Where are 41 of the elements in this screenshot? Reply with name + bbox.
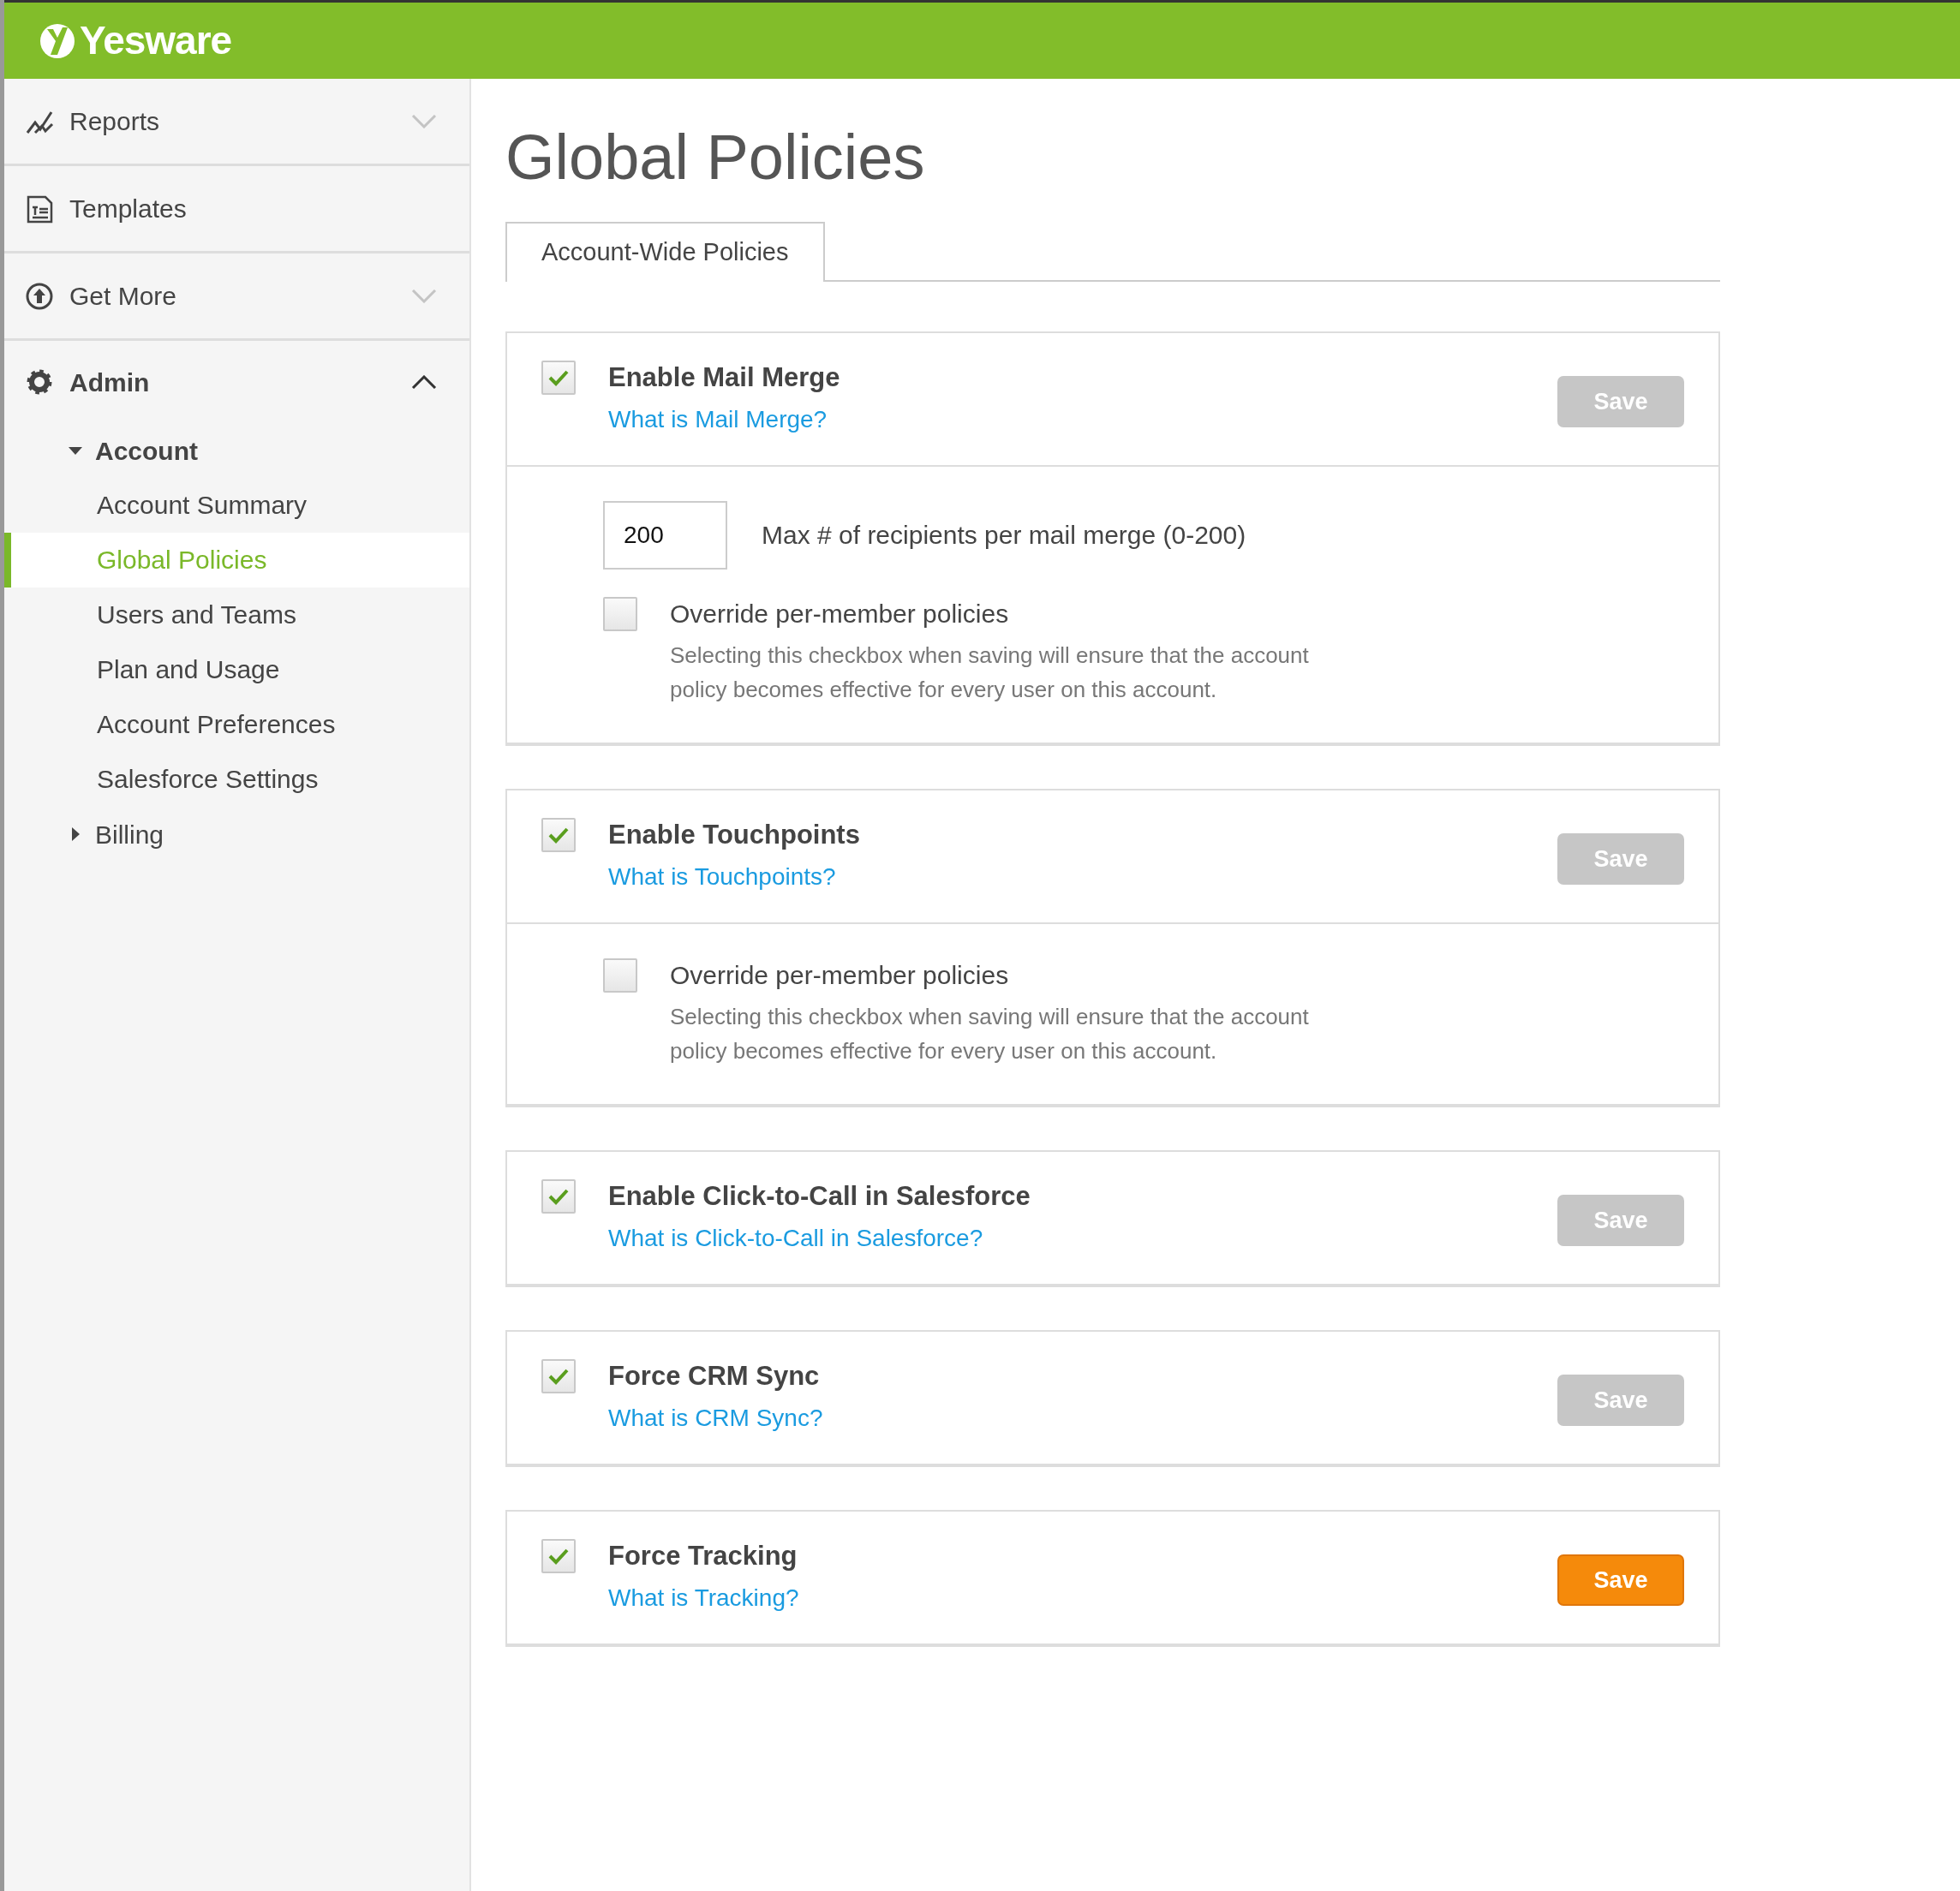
brand-name: Yesware: [80, 17, 232, 64]
number-field[interactable]: 200: [603, 500, 727, 570]
option-label: Override per-member policies: [670, 598, 1010, 629]
policy-title: Enable Mail Merge: [608, 361, 841, 394]
policy-title: Force CRM Sync: [608, 1359, 821, 1393]
checkbox[interactable]: [541, 1358, 576, 1393]
checkmark-icon: [548, 826, 569, 844]
sidebar-item[interactable]: Get More: [4, 254, 469, 341]
sidebar-link[interactable]: Account Preferences: [4, 697, 469, 752]
sidebar-group[interactable]: Billing: [95, 814, 164, 854]
settings-icon: [25, 367, 54, 397]
sidebar-group[interactable]: Account: [95, 431, 198, 470]
sidebar-link[interactable]: Account Summary: [4, 478, 469, 533]
sidebar-link[interactable]: Plan and Usage: [4, 642, 469, 697]
option-label: Override per-member policies: [670, 959, 1010, 991]
sidebar-link[interactable]: Users and Teams: [4, 588, 469, 642]
checkbox[interactable]: [603, 596, 637, 631]
checkbox[interactable]: [541, 360, 576, 395]
checkmark-icon: [548, 1367, 569, 1385]
field-label: Max # of recipients per mail merge (0-200): [762, 520, 1246, 552]
option-description: Selecting this checkbox when saving will ensure that the account policy becomes effective for every user on this account.: [670, 1002, 1310, 1065]
checkmark-icon: [548, 1547, 569, 1565]
option-description: Selecting this checkbox when saving will ensure that the account policy becomes effective for every user on this account.: [670, 641, 1310, 704]
page-title: Global Policies: [505, 121, 926, 194]
sidebar-item[interactable]: Admin: [4, 341, 469, 423]
sidebar-link[interactable]: Salesforce Settings: [4, 752, 469, 807]
sidebar-item[interactable]: Templates: [4, 166, 469, 254]
tab[interactable]: Account-Wide Policies: [505, 221, 825, 282]
checkmark-icon: [548, 1187, 569, 1205]
checkbox[interactable]: [541, 817, 576, 852]
policy-title: Enable Touchpoints: [608, 818, 861, 851]
policy-title: Force Tracking: [608, 1539, 798, 1572]
checkbox[interactable]: [603, 957, 637, 993]
checkbox[interactable]: [541, 1538, 576, 1573]
logo-icon: [39, 21, 76, 60]
chevron-icon[interactable]: [411, 375, 437, 389]
policy-title: Enable Click-to-Call in Salesforce: [608, 1179, 1031, 1213]
checkbox[interactable]: [541, 1178, 576, 1214]
document-icon: [25, 194, 54, 224]
sidebar-item[interactable]: Reports: [4, 79, 469, 166]
checkmark-icon: [548, 368, 569, 386]
